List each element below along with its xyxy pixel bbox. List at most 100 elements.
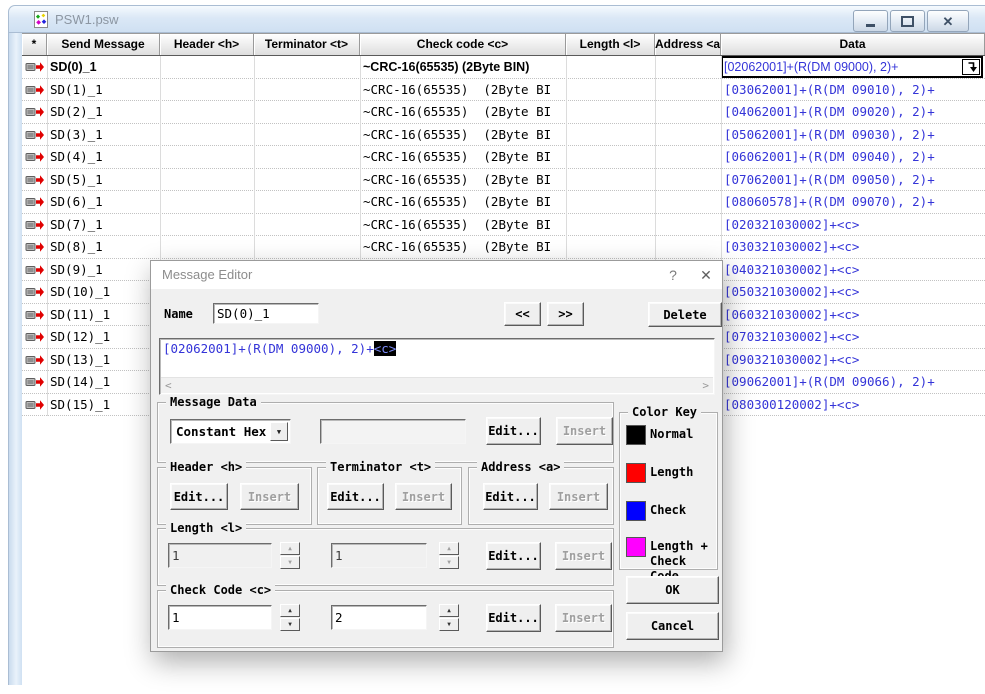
address-group-label: Address <a> — [477, 460, 564, 474]
spin-down-icon[interactable]: ▼ — [439, 618, 459, 631]
message-edit-box[interactable]: [02062001]+(R(DM 09000), 2)+<c> < > — [159, 338, 715, 395]
data-cell-dropdown-button[interactable] — [962, 59, 980, 75]
check-value2-spinner: ▲ ▼ — [439, 604, 459, 631]
chevron-down-icon[interactable]: ▼ — [270, 422, 288, 441]
send-message-name-cell: SD(12)_1 — [50, 326, 158, 348]
send-message-name-cell: SD(13)_1 — [50, 349, 158, 371]
message-data-edit-button[interactable]: Edit... — [486, 417, 541, 445]
send-message-icon — [25, 106, 45, 118]
length-value1-input[interactable] — [168, 543, 272, 568]
send-message-name-cell: SD(1)_1 — [50, 79, 158, 101]
spin-down-icon[interactable]: ▼ — [439, 556, 459, 569]
length-value2-input[interactable] — [331, 543, 427, 568]
header-edit-button[interactable]: Edit... — [170, 483, 228, 510]
length-value1-spinner: ▲ ▼ — [280, 542, 300, 569]
data-cell: [050321030002]+<c> — [724, 281, 982, 303]
application-window: PSW1.psw ✕ *Send MessageHeader <h>Termin… — [0, 0, 985, 694]
ok-button[interactable]: OK — [626, 576, 719, 604]
table-row[interactable]: SD(6)_1~CRC-16(65535) (2Byte BI[08060578… — [22, 191, 985, 214]
check-insert-button[interactable]: Insert — [555, 604, 612, 632]
spin-up-icon[interactable]: ▲ — [439, 542, 459, 555]
next-message-button[interactable]: >> — [547, 302, 584, 326]
color-key-label: Color Key — [628, 405, 701, 419]
send-message-icon — [25, 129, 45, 141]
check-value1-spinner: ▲ ▼ — [280, 604, 300, 631]
check-value1-input[interactable] — [168, 605, 272, 630]
length-edit-button[interactable]: Edit... — [486, 542, 541, 570]
terminator-insert-button[interactable]: Insert — [395, 483, 452, 510]
message-data-insert-button[interactable]: Insert — [556, 417, 613, 445]
column-header[interactable]: Address <a> — [655, 34, 721, 55]
maximize-button[interactable] — [890, 10, 925, 32]
data-cell: [07062001]+(R(DM 09050), 2)+ — [724, 169, 982, 191]
row-icon — [25, 61, 45, 76]
address-edit-button[interactable]: Edit... — [483, 483, 538, 510]
previous-message-button[interactable]: << — [504, 302, 541, 326]
send-message-name-cell: SD(10)_1 — [50, 281, 158, 303]
spin-up-icon[interactable]: ▲ — [280, 604, 300, 617]
column-header[interactable]: Data — [721, 34, 985, 55]
delete-button[interactable]: Delete — [648, 302, 722, 327]
row-icon — [25, 331, 45, 346]
check-edit-button[interactable]: Edit... — [486, 604, 541, 632]
column-header[interactable]: Check code <c> — [360, 34, 566, 55]
check-code-cell: ~CRC-16(65535) (2Byte BI — [363, 101, 565, 123]
window-left-border — [8, 33, 22, 685]
table-row[interactable]: SD(3)_1~CRC-16(65535) (2Byte BI[05062001… — [22, 124, 985, 147]
dialog-title: Message Editor — [162, 267, 252, 282]
data-cell: [09062001]+(R(DM 09066), 2)+ — [724, 371, 982, 393]
color-swatch — [626, 501, 646, 521]
column-header[interactable]: Header <h> — [160, 34, 254, 55]
data-dropdown-icon — [965, 61, 977, 73]
name-input[interactable] — [213, 303, 319, 324]
help-icon[interactable]: ? — [658, 261, 688, 289]
length-group: Length <l> ▲ ▼ ▲ ▼ Edit... Insert — [157, 528, 614, 586]
send-message-icon — [25, 174, 45, 186]
send-message-name-cell: SD(15)_1 — [50, 394, 158, 416]
table-row[interactable]: SD(5)_1~CRC-16(65535) (2Byte BI[07062001… — [22, 169, 985, 192]
scroll-right-icon[interactable]: > — [698, 378, 713, 393]
row-icon — [25, 219, 45, 234]
send-message-name-cell: SD(8)_1 — [50, 236, 158, 258]
scroll-left-icon[interactable]: < — [161, 378, 176, 393]
cancel-button[interactable]: Cancel — [626, 612, 719, 640]
table-row[interactable]: SD(8)_1~CRC-16(65535) (2Byte BI[03032103… — [22, 236, 985, 259]
table-row[interactable]: SD(2)_1~CRC-16(65535) (2Byte BI[04062001… — [22, 101, 985, 124]
minimize-button[interactable] — [853, 10, 888, 32]
message-horizontal-scrollbar[interactable]: < > — [161, 377, 713, 393]
check-code-cell: ~CRC-16(65535) (2Byte BI — [363, 214, 565, 236]
header-insert-button[interactable]: Insert — [240, 483, 299, 510]
terminator-edit-button[interactable]: Edit... — [327, 483, 384, 510]
check-value2-input[interactable] — [331, 605, 427, 630]
check-code-cell: ~CRC-16(65535) (2Byte BI — [363, 146, 565, 168]
data-type-combobox[interactable]: Constant Hex ▼ — [170, 419, 291, 444]
data-type-value: Constant Hex — [173, 422, 269, 441]
close-icon: ✕ — [943, 15, 954, 28]
table-row[interactable]: SD(1)_1~CRC-16(65535) (2Byte BI[03062001… — [22, 79, 985, 102]
spin-up-icon[interactable]: ▲ — [439, 604, 459, 617]
address-insert-button[interactable]: Insert — [549, 483, 608, 510]
dialog-close-icon[interactable]: ✕ — [690, 261, 722, 289]
table-row[interactable]: SD(0)_1~CRC-16(65535) (2Byte BIN)[020620… — [22, 56, 985, 79]
table-row[interactable]: SD(4)_1~CRC-16(65535) (2Byte BI[06062001… — [22, 146, 985, 169]
message-data-value-input[interactable] — [320, 419, 466, 444]
table-row[interactable]: SD(7)_1~CRC-16(65535) (2Byte BI[02032103… — [22, 214, 985, 237]
spin-up-icon[interactable]: ▲ — [280, 542, 300, 555]
row-icon — [25, 286, 45, 301]
length-insert-button[interactable]: Insert — [555, 542, 612, 570]
column-header[interactable]: Length <l> — [566, 34, 655, 55]
terminator-group-label: Terminator <t> — [326, 460, 435, 474]
column-header[interactable]: Terminator <t> — [254, 34, 360, 55]
close-button[interactable]: ✕ — [927, 10, 969, 32]
spin-down-icon[interactable]: ▼ — [280, 556, 300, 569]
data-cell: [060321030002]+<c> — [724, 304, 982, 326]
spin-down-icon[interactable]: ▼ — [280, 618, 300, 631]
terminator-group: Terminator <t> Edit... Insert — [317, 467, 462, 525]
table-header-row: *Send MessageHeader <h>Terminator <t>Che… — [22, 33, 985, 56]
window-title: PSW1.psw — [55, 12, 119, 27]
column-header[interactable]: Send Message — [47, 34, 160, 55]
row-icon — [25, 174, 45, 189]
column-header[interactable]: * — [22, 34, 47, 55]
row-icon — [25, 241, 45, 256]
minimize-icon — [866, 24, 875, 27]
